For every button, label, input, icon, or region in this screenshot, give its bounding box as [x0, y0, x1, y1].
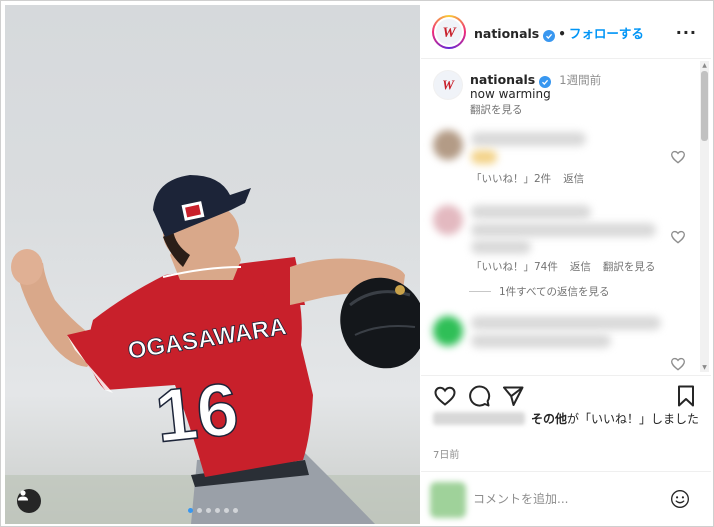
verified-badge-icon [543, 30, 556, 42]
comment-1-text-redacted [471, 132, 586, 146]
comment-2-like-icon[interactable] [670, 229, 686, 245]
caption-user-line: nationals 1週間前 [470, 72, 601, 88]
more-options-icon[interactable]: ··· [676, 23, 697, 42]
carousel-dot[interactable] [196, 508, 202, 513]
header-username[interactable]: nationals [474, 26, 539, 41]
follow-button[interactable]: フォローする [569, 26, 644, 41]
nationals-logo-icon: W [442, 77, 455, 92]
bookmark-save-icon[interactable] [674, 384, 698, 408]
scroll-down-arrow-icon[interactable]: ▼ [701, 364, 708, 371]
comment-1-meta: 「いいね！」2件 返信 [471, 171, 596, 186]
pitcher-illustration: OGASAWARA 16 [5, 175, 420, 524]
instagram-post-window: OGASAWARA 16 W nationals • フォローする ··· W … [0, 0, 714, 527]
comment-1-like-icon[interactable] [670, 149, 686, 165]
nationals-logo-icon: W [442, 25, 457, 41]
svg-text:W: W [442, 77, 455, 92]
liker-names-redacted[interactable] [433, 412, 525, 425]
comment-2-translate[interactable]: 翻訳を見る [603, 261, 656, 273]
post-photo[interactable]: OGASAWARA 16 [5, 5, 420, 524]
caption-text: now warming [470, 87, 551, 101]
comment-2-avatar[interactable] [433, 205, 463, 235]
comment-1-reply[interactable]: 返信 [563, 173, 584, 185]
comment-2-meta: 「いいね！」74件 返信 翻訳を見る [471, 259, 667, 274]
comment-3-avatar[interactable] [433, 316, 463, 346]
carousel-dot[interactable] [223, 508, 229, 513]
caption-username[interactable]: nationals [470, 72, 535, 87]
comment-3-like-icon[interactable] [670, 356, 686, 372]
post-date[interactable]: 7日前 [433, 446, 459, 461]
comment-3-text-redacted-2 [471, 334, 611, 348]
comments-list[interactable]: W nationals 1週間前 now warming 翻訳を見る 「いいね！」… [421, 60, 699, 372]
post-header: W nationals • フォローする ··· [421, 5, 711, 59]
comment-3-text-redacted [471, 316, 661, 330]
likes-others-link[interactable]: その他 [531, 412, 567, 426]
comment-2-reply[interactable]: 返信 [570, 261, 591, 273]
caption-avatar[interactable]: W [433, 70, 463, 100]
caption-translate-link[interactable]: 翻訳を見る [470, 102, 523, 117]
comment-1-likes[interactable]: 「いいね！」2件 [471, 173, 551, 185]
carousel-dot[interactable] [214, 508, 220, 513]
comment-1-emoji-redacted [471, 150, 497, 164]
emoji-picker-icon[interactable] [670, 489, 690, 509]
comment-2-likes[interactable]: 「いいね！」74件 [471, 261, 558, 273]
comment-1-avatar[interactable] [433, 130, 463, 160]
like-heart-icon[interactable] [433, 384, 457, 408]
current-user-avatar [430, 482, 466, 518]
comment-2-text-redacted [471, 205, 591, 219]
user-icon [18, 490, 28, 501]
share-send-icon[interactable] [501, 384, 525, 408]
jersey-number: 16 [152, 367, 243, 458]
view-replies-divider [469, 291, 491, 292]
comments-scrollbar[interactable]: ▲ ▼ [700, 61, 709, 372]
comment-bubble-icon[interactable] [467, 384, 491, 408]
scrollbar-thumb[interactable] [701, 71, 708, 141]
view-replies-link[interactable]: 1件すべての返信を見る [499, 284, 610, 299]
comment-2-text-redacted-2 [471, 223, 656, 237]
likes-summary: その他が「いいね！」しました [433, 411, 701, 428]
add-comment-bar [421, 471, 711, 524]
carousel-dot[interactable] [232, 508, 238, 513]
carousel-indicator [5, 508, 420, 513]
scroll-up-arrow-icon[interactable]: ▲ [701, 62, 708, 69]
post-side-panel: W nationals • フォローする ··· W nationals 1週間… [421, 5, 711, 524]
post-actions [421, 375, 711, 415]
carousel-dot[interactable] [187, 508, 193, 513]
comment-2-text-redacted-3 [471, 240, 531, 254]
header-user-line: nationals • フォローする [474, 23, 644, 42]
header-separator: • [558, 27, 566, 41]
likes-suffix: が「いいね！」しました [567, 412, 700, 426]
header-avatar[interactable]: W [432, 15, 466, 49]
svg-text:W: W [442, 25, 457, 41]
add-comment-input[interactable] [473, 488, 663, 510]
caption-time[interactable]: 1週間前 [559, 73, 601, 87]
carousel-dot[interactable] [205, 508, 211, 513]
